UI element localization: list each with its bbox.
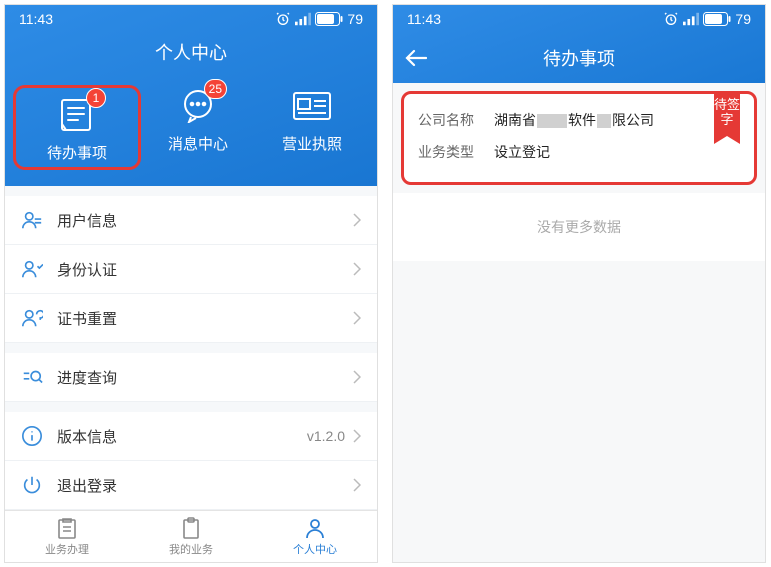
battery-icon <box>315 12 343 26</box>
user-info-row[interactable]: 用户信息 <box>5 196 377 245</box>
status-time: 11:43 <box>19 11 53 27</box>
biztype-val: 设立登记 <box>494 142 550 162</box>
chevron-right-icon <box>353 311 361 325</box>
info-icon <box>21 425 43 447</box>
top-bar: 待办事项 <box>393 33 765 83</box>
company-key: 公司名称 <box>418 110 494 130</box>
todo-icon: 1 <box>52 94 102 136</box>
row-label: 进度查询 <box>57 367 353 388</box>
todo-tile[interactable]: 1 待办事项 <box>13 85 141 170</box>
search-icon <box>21 366 43 388</box>
status-bar: 11:43 79 <box>393 5 765 33</box>
version-value: v1.2.0 <box>307 428 345 444</box>
chevron-right-icon <box>353 429 361 443</box>
row-label: 身份认证 <box>57 259 353 280</box>
tab-business[interactable]: 业务办理 <box>5 511 129 562</box>
status-time: 11:43 <box>407 11 441 27</box>
gap <box>5 186 377 196</box>
row-label: 退出登录 <box>57 475 353 496</box>
user-icon <box>21 209 43 231</box>
biztype-key: 业务类型 <box>418 142 494 162</box>
todo-item-card[interactable]: 待签字 公司名称 湖南省 软件限公司 业务类型 设立登记 <box>401 91 757 185</box>
clipboard-icon <box>179 517 203 539</box>
biz-type-row: 业务类型 设立登记 <box>418 136 740 168</box>
battery-icon <box>703 12 731 26</box>
chevron-right-icon <box>353 370 361 384</box>
battery-text: 79 <box>735 11 751 27</box>
logout-row[interactable]: 退出登录 <box>5 461 377 510</box>
messages-icon: 25 <box>173 85 223 127</box>
license-icon <box>287 85 337 127</box>
tab-personal-center[interactable]: 个人中心 <box>253 511 377 562</box>
screen-personal-center: 11:43 79 个人中心 1 待办事项 25 <box>4 4 378 563</box>
detail-header: 11:43 79 待办事项 <box>393 5 765 83</box>
company-suffix: 限公司 <box>612 112 654 128</box>
chevron-right-icon <box>353 262 361 276</box>
tab-label: 我的业务 <box>169 541 213 557</box>
hero-header: 11:43 79 个人中心 1 待办事项 25 <box>5 5 377 186</box>
messages-label: 消息中心 <box>168 133 228 154</box>
detail-title: 待办事项 <box>543 45 615 71</box>
card-area: 待签字 公司名称 湖南省 软件限公司 业务类型 设立登记 <box>393 83 765 193</box>
company-prefix: 湖南省 <box>494 112 536 128</box>
status-ribbon: 待签字 <box>714 94 740 136</box>
battery-text: 79 <box>347 11 363 27</box>
back-icon[interactable] <box>405 49 427 67</box>
tab-my-business[interactable]: 我的业务 <box>129 511 253 562</box>
power-icon <box>21 474 43 496</box>
cert-reset-icon <box>21 307 43 329</box>
chevron-right-icon <box>353 478 361 492</box>
status-icons: 79 <box>275 11 363 27</box>
tab-bar: 业务办理 我的业务 个人中心 <box>5 510 377 562</box>
spacer <box>393 261 765 562</box>
identity-row[interactable]: 身份认证 <box>5 245 377 294</box>
status-icons: 79 <box>663 11 751 27</box>
signal-icon <box>295 12 311 26</box>
screen-todo-detail: 11:43 79 待办事项 待签字 公司名称 湖南省 软件限公司 业务类型 <box>392 4 766 563</box>
gap <box>5 402 377 412</box>
identity-icon <box>21 258 43 280</box>
signal-icon <box>683 12 699 26</box>
gap <box>5 343 377 353</box>
person-icon <box>303 517 327 539</box>
todo-badge: 1 <box>86 88 106 108</box>
company-name-row: 公司名称 湖南省 软件限公司 <box>418 104 740 136</box>
tab-label: 个人中心 <box>293 541 337 557</box>
alarm-icon <box>663 11 679 27</box>
row-label: 版本信息 <box>57 426 307 447</box>
messages-badge: 25 <box>204 79 227 99</box>
business-icon <box>55 517 79 539</box>
license-label: 营业执照 <box>282 133 342 154</box>
cert-reset-row[interactable]: 证书重置 <box>5 294 377 343</box>
company-mid: 软件 <box>568 112 596 128</box>
redacted <box>537 114 567 128</box>
page-title: 个人中心 <box>5 33 377 79</box>
version-row[interactable]: 版本信息 v1.2.0 <box>5 412 377 461</box>
progress-row[interactable]: 进度查询 <box>5 353 377 402</box>
row-label: 证书重置 <box>57 308 353 329</box>
empty-state: 没有更多数据 <box>393 193 765 261</box>
license-tile[interactable]: 营业执照 <box>255 85 369 170</box>
redacted <box>597 114 611 128</box>
company-val: 湖南省 软件限公司 <box>494 110 654 130</box>
hero-tiles: 1 待办事项 25 消息中心 营业执照 <box>5 79 377 172</box>
todo-label: 待办事项 <box>47 142 107 163</box>
settings-list: 用户信息 身份认证 证书重置 进度查询 版本信息 v1.2.0 退出 <box>5 186 377 510</box>
status-bar: 11:43 79 <box>5 5 377 33</box>
alarm-icon <box>275 11 291 27</box>
chevron-right-icon <box>353 213 361 227</box>
messages-tile[interactable]: 25 消息中心 <box>141 85 255 170</box>
row-label: 用户信息 <box>57 210 353 231</box>
tab-label: 业务办理 <box>45 541 89 557</box>
